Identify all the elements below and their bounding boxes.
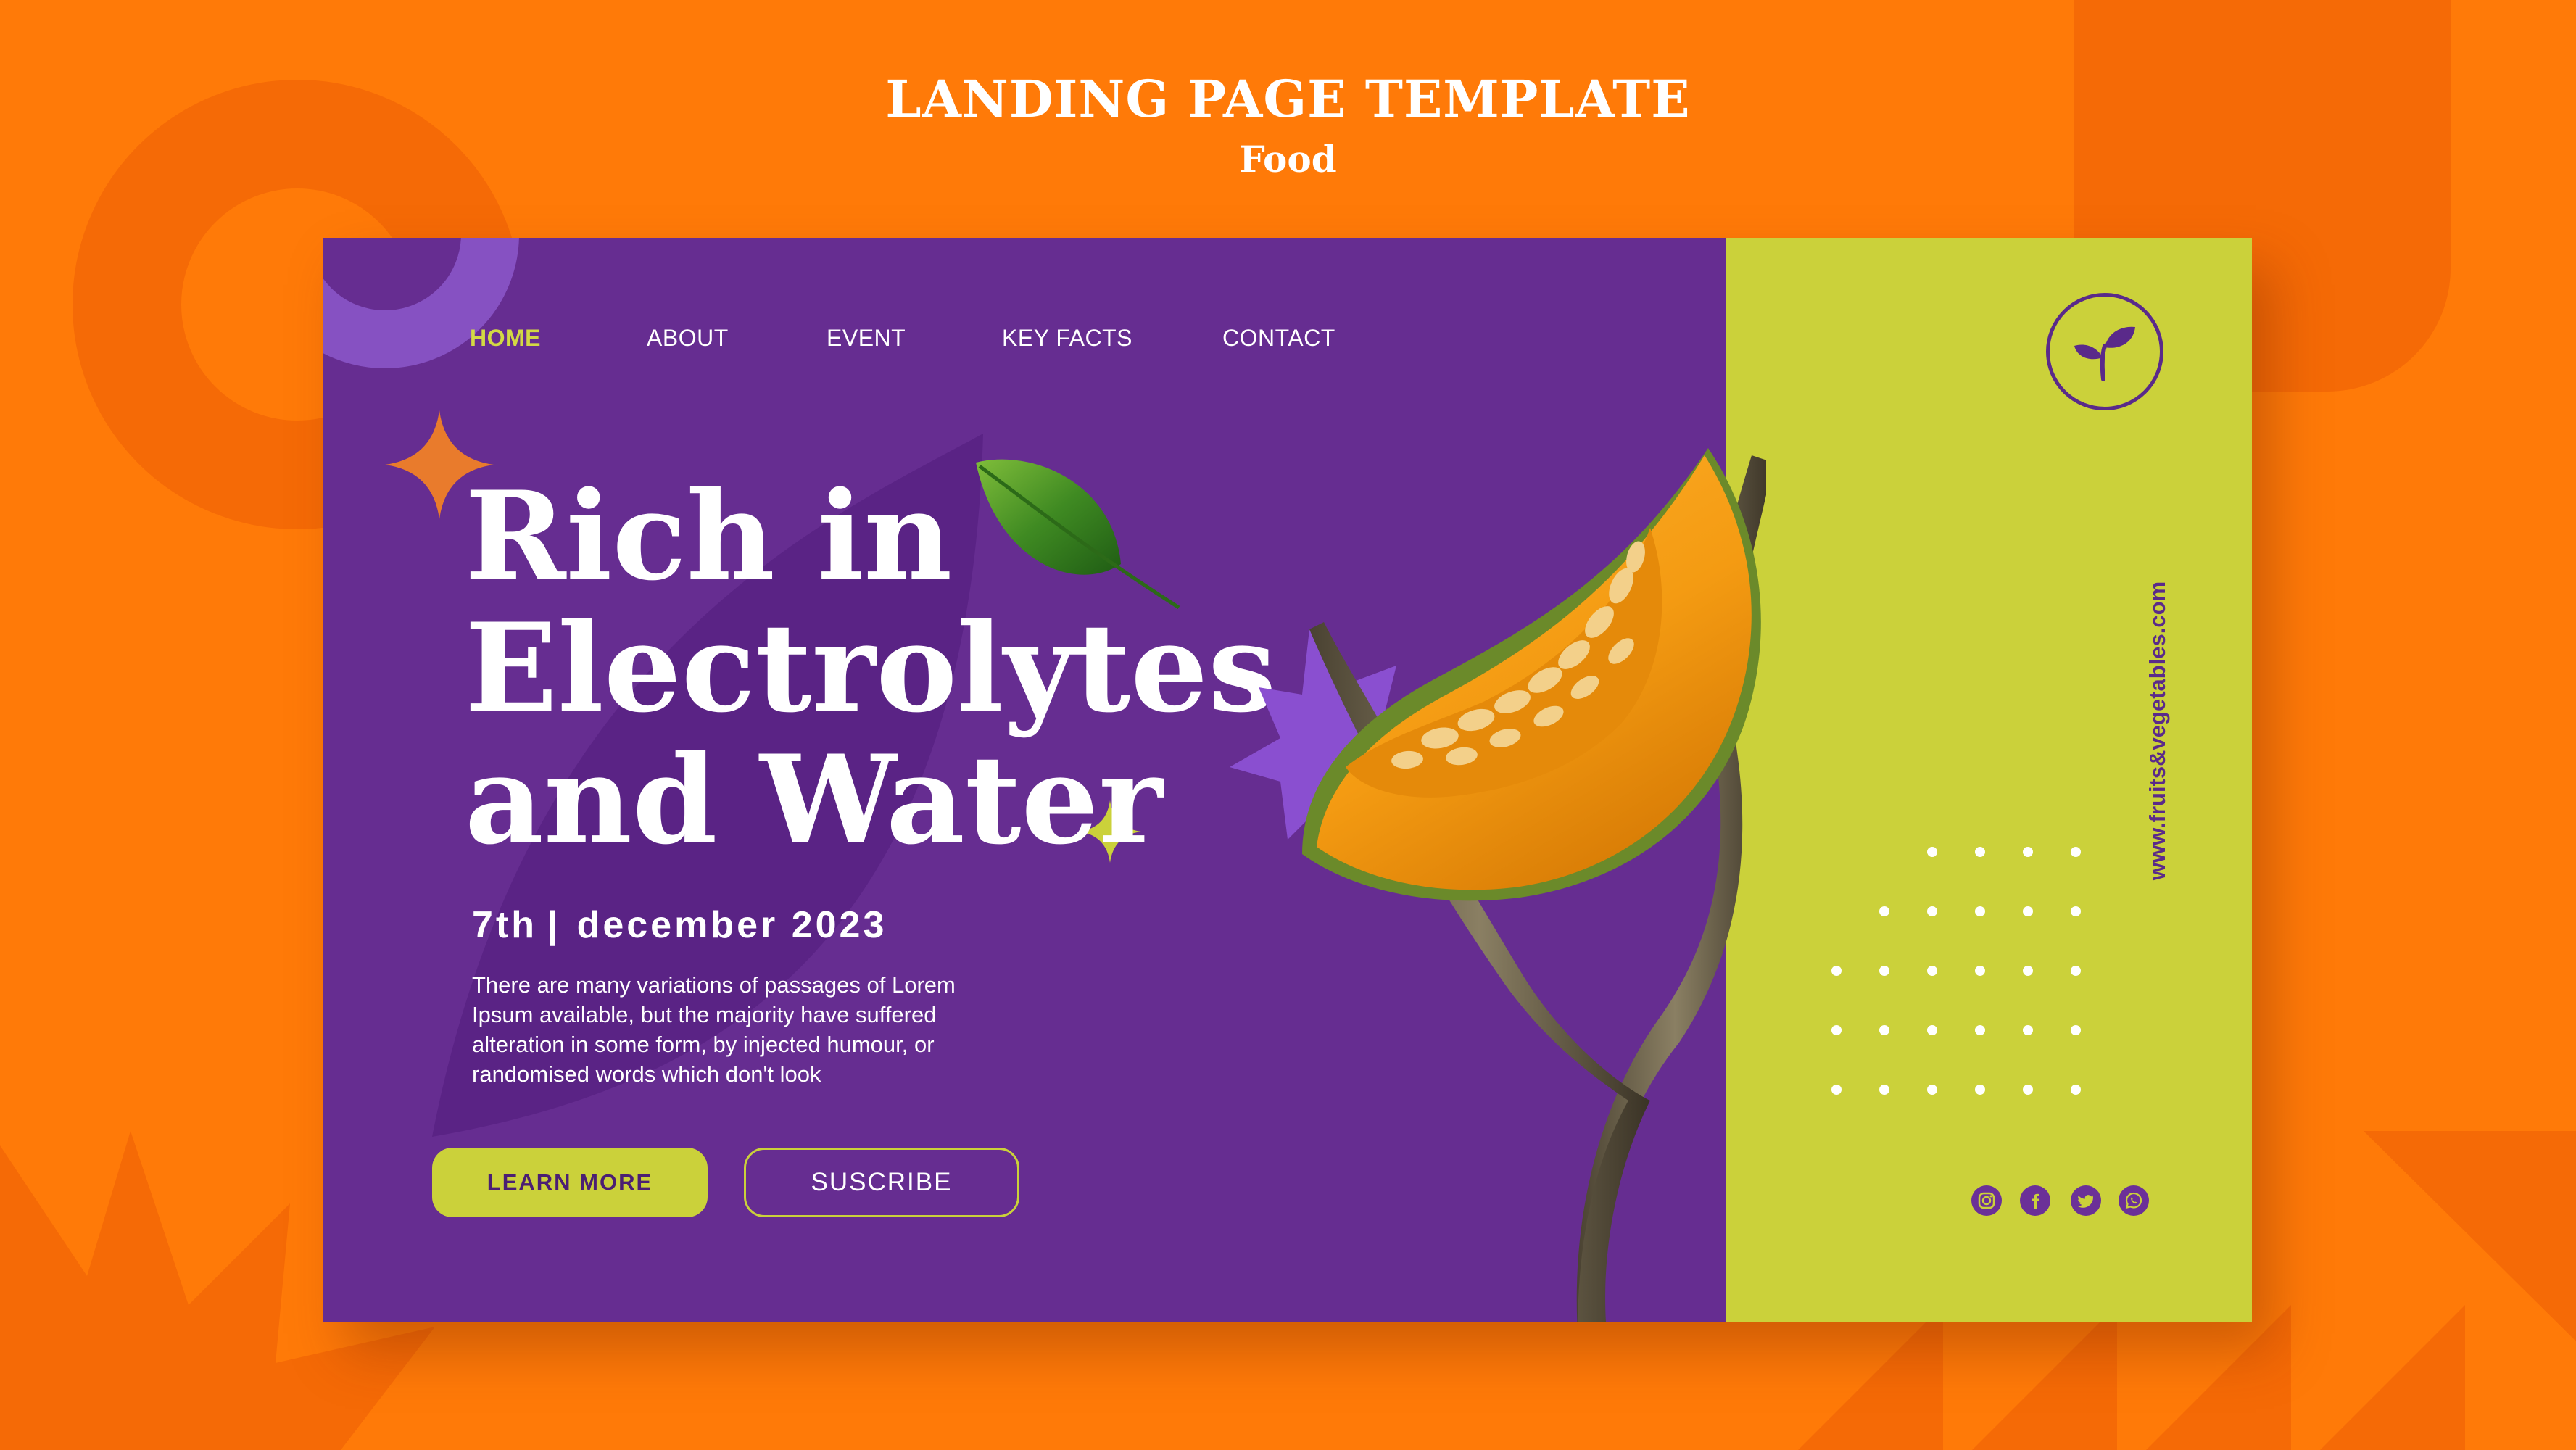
- date-month-year: december 2023: [576, 904, 887, 946]
- grid-dot: [1927, 906, 1937, 916]
- grid-dot: [1879, 1085, 1889, 1095]
- grid-dot: [2071, 1025, 2081, 1035]
- hero-description: There are many variations of passages of…: [472, 972, 956, 1087]
- lime-panel: [1726, 238, 2252, 1322]
- leaf-image: [976, 459, 1180, 610]
- grid-dot: [1831, 966, 1842, 976]
- facebook-icon[interactable]: [2020, 1185, 2050, 1216]
- sprout-logo[interactable]: [2046, 293, 2163, 410]
- grid-dot: [1927, 1025, 1937, 1035]
- dot-grid-decoration: [1831, 847, 2107, 1137]
- nav-item-event[interactable]: EVENT: [827, 325, 906, 352]
- grid-dot: [1831, 1025, 1842, 1035]
- website-url[interactable]: www.fruits&vegetables.com: [2145, 581, 2171, 880]
- nav-item-key-facts[interactable]: KEY FACTS: [1002, 325, 1132, 352]
- grid-dot: [1975, 1085, 1985, 1095]
- nav-item-home[interactable]: HOME: [470, 325, 541, 352]
- grid-dot: [1975, 847, 1985, 857]
- sprout-icon: [2074, 326, 2135, 381]
- grid-dot: [2071, 1085, 2081, 1095]
- twitter-icon[interactable]: [2071, 1185, 2101, 1216]
- event-date: 7th | december 2023: [472, 903, 887, 947]
- grid-dot: [1879, 906, 1889, 916]
- grid-dot: [1975, 966, 1985, 976]
- grid-dot: [1879, 1025, 1889, 1035]
- grid-dot: [1831, 1085, 1842, 1095]
- grid-dot: [1927, 847, 1937, 857]
- grid-dot: [2071, 847, 2081, 857]
- date-separator: |: [547, 904, 561, 946]
- nav-item-contact[interactable]: CONTACT: [1222, 325, 1335, 352]
- grid-dot: [1975, 906, 1985, 916]
- subscribe-button[interactable]: SUSCRIBE: [744, 1148, 1019, 1217]
- grid-dot: [2023, 1025, 2033, 1035]
- melon-branch-image: [1230, 448, 1766, 1322]
- grid-dot: [2023, 1085, 2033, 1095]
- whatsapp-icon[interactable]: [2119, 1185, 2149, 1216]
- landing-page-card: HOME ABOUT EVENT KEY FACTS CONTACT Rich …: [323, 238, 2252, 1322]
- grid-dot: [2023, 966, 2033, 976]
- learn-more-button[interactable]: LEARN MORE: [432, 1148, 708, 1217]
- grid-dot: [2071, 966, 2081, 976]
- page-title: LANDING PAGE TEMPLATE: [885, 69, 1691, 129]
- page-subtitle: Food: [1239, 138, 1337, 181]
- nav-item-about[interactable]: ABOUT: [647, 325, 729, 352]
- grid-dot: [2023, 847, 2033, 857]
- grid-dot: [1975, 1025, 1985, 1035]
- grid-dot: [2023, 906, 2033, 916]
- date-day: 7th: [472, 904, 537, 946]
- grid-dot: [1879, 966, 1889, 976]
- grid-dot: [2071, 906, 2081, 916]
- grid-dot: [1927, 1085, 1937, 1095]
- instagram-icon[interactable]: [1971, 1185, 2002, 1216]
- grid-dot: [1927, 966, 1937, 976]
